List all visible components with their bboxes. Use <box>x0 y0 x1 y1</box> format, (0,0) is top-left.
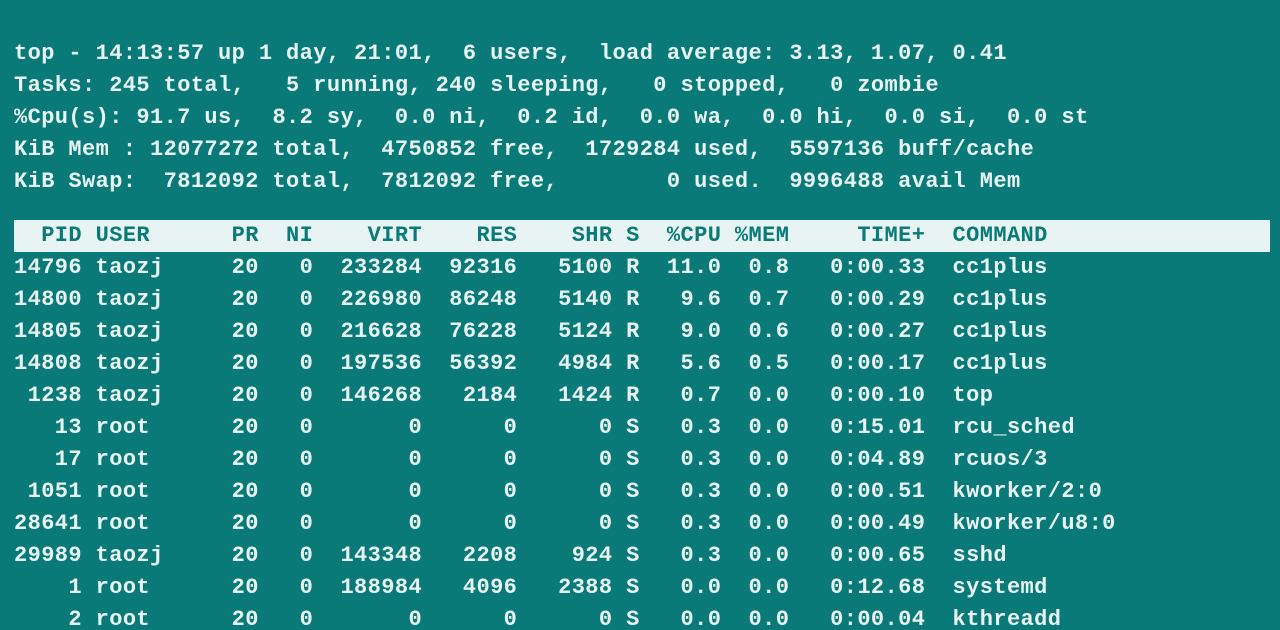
summary-line-mem: KiB Mem : 12077272 total, 4750852 free, … <box>14 137 1034 162</box>
terminal-output: top - 14:13:57 up 1 day, 21:01, 6 users,… <box>0 0 1280 630</box>
process-table-body: 14796 taozj 20 0 233284 92316 5100 R 11.… <box>14 252 1270 630</box>
process-table-header: PID USER PR NI VIRT RES SHR S %CPU %MEM … <box>14 220 1270 252</box>
summary-line-tasks: Tasks: 245 total, 5 running, 240 sleepin… <box>14 73 939 98</box>
summary-line-cpu: %Cpu(s): 91.7 us, 8.2 sy, 0.0 ni, 0.2 id… <box>14 105 1089 130</box>
summary-line-uptime: top - 14:13:57 up 1 day, 21:01, 6 users,… <box>14 41 1007 66</box>
summary-line-swap: KiB Swap: 7812092 total, 7812092 free, 0… <box>14 169 1021 194</box>
